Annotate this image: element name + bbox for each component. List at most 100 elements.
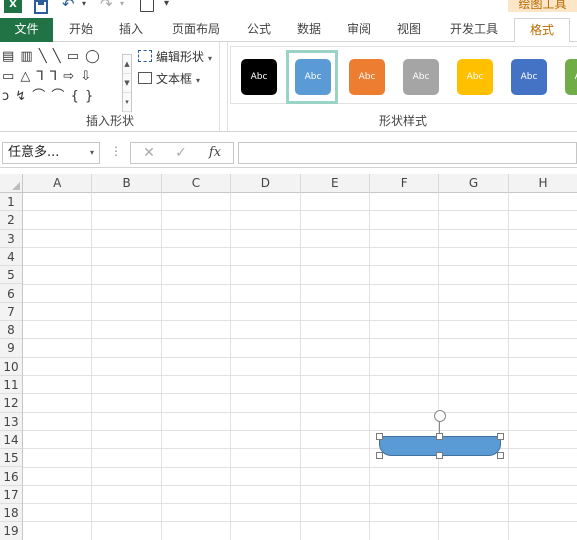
insert-shapes-group: ▤ ▥ ╲ ╲ ▭ ◯ ▭ △ ⅂ ⅂ ⇨ ⇩ ↄ ↯ ⌒ ⌒ { } ▲ ▼ … xyxy=(0,42,220,132)
shape-gallery-row[interactable]: ↄ ↯ ⌒ ⌒ { } xyxy=(2,88,122,106)
group-label-insert-shapes: 插入形状 xyxy=(85,114,134,128)
row-header[interactable]: 18 xyxy=(0,504,22,523)
customize-toolbar-icon[interactable]: ▾ xyxy=(164,0,169,12)
excel-logo-icon: X xyxy=(4,0,22,13)
row-header[interactable]: 12 xyxy=(0,394,22,413)
row-header[interactable]: 7 xyxy=(0,303,22,322)
tab-formulas[interactable]: 公式 xyxy=(236,18,282,42)
selected-shape[interactable] xyxy=(376,410,504,459)
shape-styles-gallery: Abc Abc Abc Abc Abc Abc Abc xyxy=(230,46,577,104)
tab-format[interactable]: 格式 xyxy=(514,18,570,43)
column-header[interactable]: G xyxy=(439,174,509,193)
tab-file[interactable]: 文件 xyxy=(0,18,53,42)
row-header[interactable]: 13 xyxy=(0,413,22,431)
style-swatch[interactable]: Abc xyxy=(349,59,385,95)
shape-gallery[interactable]: ▤ ▥ ╲ ╲ ▭ ◯ ▭ △ ⅂ ⅂ ⇨ ⇩ ↄ ↯ ⌒ ⌒ { } ▲ ▼ … xyxy=(2,48,132,112)
gridline-vertical xyxy=(160,193,162,540)
row-header[interactable]: 1 xyxy=(0,193,22,212)
gridline-horizontal xyxy=(23,210,577,212)
text-box-label: 文本框 xyxy=(156,72,193,86)
row-header[interactable]: 8 xyxy=(0,321,22,340)
gridline-horizontal xyxy=(23,301,577,303)
row-header[interactable]: 6 xyxy=(0,285,22,303)
group-label-shape-styles: 形状样式 xyxy=(378,114,427,128)
shape-gallery-row[interactable]: ▭ △ ⅂ ⅂ ⇨ ⇩ xyxy=(2,68,122,86)
formula-input[interactable] xyxy=(238,142,577,164)
tab-insert[interactable]: 插入 xyxy=(108,18,154,42)
resize-handle[interactable] xyxy=(376,433,383,440)
style-swatch[interactable]: Abc xyxy=(457,59,493,95)
row-header[interactable]: 15 xyxy=(0,449,22,468)
undo-icon[interactable]: ↶ xyxy=(62,0,75,12)
gallery-up-icon[interactable]: ▲ xyxy=(123,55,131,74)
gridline-vertical xyxy=(369,193,370,540)
row-header[interactable]: 16 xyxy=(0,468,22,486)
column-header[interactable]: F xyxy=(370,174,440,193)
tab-home[interactable]: 开始 xyxy=(58,18,104,42)
gridline-horizontal xyxy=(23,228,577,230)
gallery-down-icon[interactable]: ▼ xyxy=(123,74,131,93)
quick-access-toolbar: X ↶ ▾ ↷ ▾ ▾ 绘图工具 xyxy=(0,0,577,18)
insert-function-icon[interactable]: fx xyxy=(203,144,227,162)
tab-page-layout[interactable]: 页面布局 xyxy=(162,18,230,42)
edit-shape-label: 编辑形状 xyxy=(156,50,205,64)
row-header[interactable]: 5 xyxy=(0,266,22,285)
column-header[interactable]: E xyxy=(301,174,370,193)
shape-gallery-row[interactable]: ▤ ▥ ╲ ╲ ▭ ◯ xyxy=(2,48,122,66)
column-header[interactable]: A xyxy=(23,174,93,193)
edit-shape-icon xyxy=(138,50,152,62)
tab-data[interactable]: 数据 xyxy=(286,18,332,42)
formula-bar-resize-icon[interactable]: ⋮ xyxy=(110,144,122,158)
style-swatch[interactable]: Abc xyxy=(511,59,547,95)
redo-dropdown-icon[interactable]: ▾ xyxy=(120,0,124,12)
name-box[interactable]: 任意多... ▾ xyxy=(2,142,100,164)
save-icon[interactable] xyxy=(34,0,48,14)
resize-handle[interactable] xyxy=(497,452,504,459)
resize-handle[interactable] xyxy=(436,452,443,459)
row-header[interactable]: 11 xyxy=(0,376,22,395)
row-header[interactable]: 3 xyxy=(0,230,22,248)
row-header[interactable]: 19 xyxy=(0,522,22,540)
row-header[interactable]: 2 xyxy=(0,211,22,230)
resize-handle[interactable] xyxy=(497,433,504,440)
gridline-horizontal xyxy=(23,484,577,486)
column-header[interactable]: C xyxy=(162,174,232,193)
cell-area[interactable] xyxy=(23,193,577,540)
redo-icon[interactable]: ↷ xyxy=(100,0,113,12)
ribbon-tabs: 文件 开始 插入 页面布局 公式 数据 审阅 视图 开发工具 格式 xyxy=(0,18,577,43)
style-swatch[interactable]: Abc xyxy=(241,59,277,95)
row-header[interactable]: 9 xyxy=(0,339,22,358)
style-swatch[interactable]: Abc xyxy=(403,59,439,95)
print-preview-icon[interactable] xyxy=(140,0,154,12)
column-headers: ABCDEFGH xyxy=(23,174,577,193)
column-header[interactable]: B xyxy=(92,174,162,193)
edit-shape-button[interactable]: 编辑形状 ▾ xyxy=(138,48,212,66)
column-header[interactable]: H xyxy=(509,174,577,193)
style-swatch[interactable]: Abc xyxy=(295,59,331,95)
gridline-horizontal xyxy=(23,246,577,248)
tab-view[interactable]: 视图 xyxy=(386,18,432,42)
gallery-expand-icon[interactable]: ▾ xyxy=(123,93,131,112)
rotate-handle-icon[interactable] xyxy=(434,410,446,422)
chevron-down-icon[interactable]: ▾ xyxy=(90,143,94,163)
gridline-vertical xyxy=(91,193,93,540)
column-header[interactable]: D xyxy=(231,174,301,193)
resize-handle[interactable] xyxy=(376,452,383,459)
style-swatch[interactable]: Abc xyxy=(565,59,577,95)
gridline-horizontal xyxy=(23,521,577,523)
undo-dropdown-icon[interactable]: ▾ xyxy=(82,0,86,12)
tab-review[interactable]: 审阅 xyxy=(336,18,382,42)
ribbon: ▤ ▥ ╲ ╲ ▭ ◯ ▭ △ ⅂ ⅂ ⇨ ⇩ ↄ ↯ ⌒ ⌒ { } ▲ ▼ … xyxy=(0,42,577,132)
enter-icon[interactable]: ✓ xyxy=(169,144,193,162)
select-all-button[interactable] xyxy=(0,174,23,193)
shape-styles-group: Abc Abc Abc Abc Abc Abc Abc 形状样式 xyxy=(227,42,577,132)
resize-handle[interactable] xyxy=(436,433,443,440)
text-box-button[interactable]: 文本框 ▾ xyxy=(138,70,200,88)
row-header[interactable]: 10 xyxy=(0,358,22,376)
row-header[interactable]: 17 xyxy=(0,486,22,505)
cancel-icon[interactable]: ✕ xyxy=(137,144,161,162)
gridline-horizontal xyxy=(23,466,577,468)
row-header[interactable]: 4 xyxy=(0,248,22,267)
row-header[interactable]: 14 xyxy=(0,431,22,450)
tab-developer[interactable]: 开发工具 xyxy=(440,18,508,42)
